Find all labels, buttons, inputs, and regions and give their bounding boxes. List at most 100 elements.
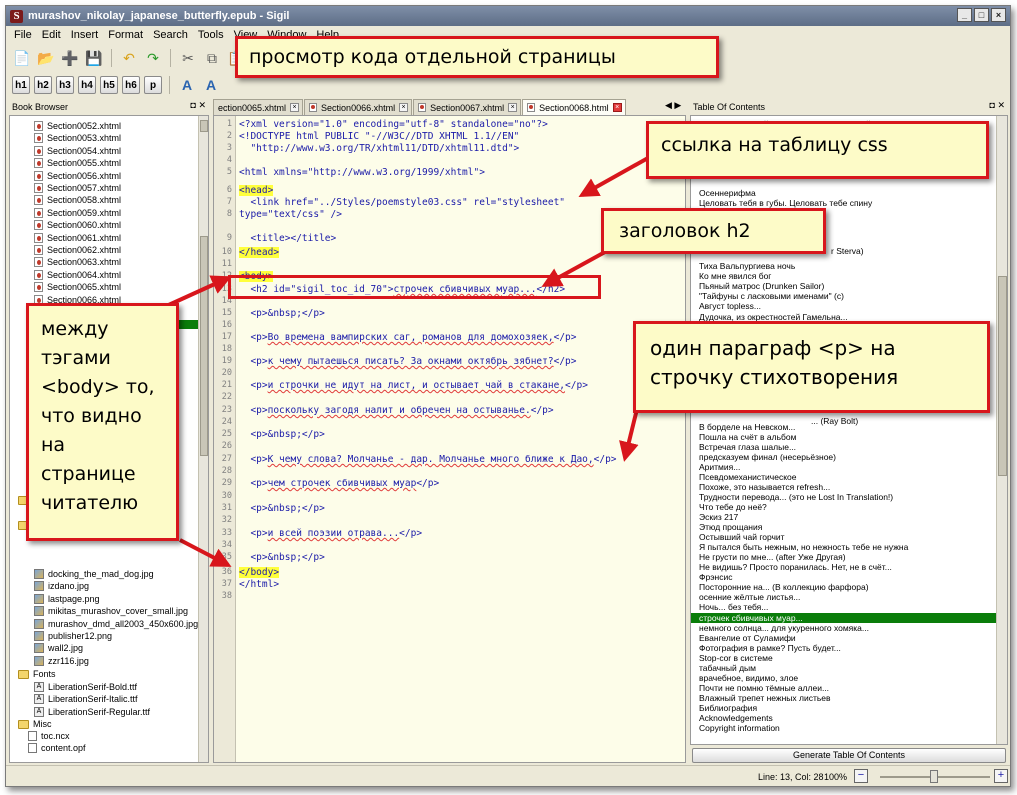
toc-item[interactable]: Трудности перевода... (это не Lost In Tr…: [699, 492, 893, 502]
minimize-button[interactable]: _: [957, 8, 972, 22]
text-style-a-icon[interactable]: A: [177, 75, 197, 95]
cut-icon[interactable]: ✂: [178, 48, 198, 68]
font-item[interactable]: A LiberationSerif-Bold.ttf: [34, 681, 137, 693]
file-item[interactable]: Section0054.xhtml: [34, 145, 121, 157]
toc-item[interactable]: Псевдомеханистическое: [699, 472, 796, 482]
image-item[interactable]: mikitas_murashov_cover_small.jpg: [34, 605, 188, 617]
toc-item[interactable]: Почти не помню тёмные аллеи...: [699, 683, 829, 693]
menu-search[interactable]: Search: [148, 29, 193, 41]
toc-item[interactable]: Acknowledgements: [699, 713, 773, 723]
toc-item-partial[interactable]: r Sterva): [831, 246, 864, 256]
file-item[interactable]: Section0063.xhtml: [34, 256, 121, 268]
panel-controls[interactable]: ◘ ✕: [990, 100, 1005, 111]
toc-item[interactable]: Пьяный матрос (Drunken Sailor): [699, 281, 824, 291]
close-tab-icon[interactable]: ×: [290, 103, 300, 112]
file-item[interactable]: Section0058.xhtml: [34, 194, 121, 206]
toc-item-partial[interactable]: ... (Ray Bolt): [811, 416, 858, 426]
copy-icon[interactable]: ⧉: [202, 48, 222, 68]
file-item[interactable]: Section0062.xhtml: [34, 244, 121, 256]
h1-button[interactable]: h1: [12, 76, 30, 94]
save-icon[interactable]: 💾: [84, 48, 104, 68]
toc-item[interactable]: Остывший чай горчит: [699, 532, 785, 542]
toc-item[interactable]: Осеннерифма: [699, 188, 756, 198]
toc-item[interactable]: Фрэнсис: [699, 572, 732, 582]
zoom-slider-handle[interactable]: [930, 770, 938, 783]
toc-item[interactable]: табачный дым: [699, 663, 756, 673]
redo-icon[interactable]: ↷: [143, 48, 163, 68]
menu-tools[interactable]: Tools: [193, 29, 229, 41]
toc-item[interactable]: Не грусти по мне... (after Уже Другая): [699, 552, 846, 562]
toc-item[interactable]: Похоже, это называется refresh...: [699, 482, 830, 492]
font-item[interactable]: A LiberationSerif-Italic.ttf: [34, 693, 138, 705]
toc-item[interactable]: Евангелие от Суламифи: [699, 633, 796, 643]
image-item[interactable]: docking_the_mad_dog.jpg: [34, 568, 154, 580]
toc-item[interactable]: Аритмия...: [699, 462, 740, 472]
toc-item[interactable]: Целовать тебя в губы. Целовать тебе спин…: [699, 198, 872, 208]
toc-item[interactable]: Copyright information: [699, 723, 780, 733]
file-item[interactable]: Section0052.xhtml: [34, 120, 121, 132]
image-item[interactable]: lastpage.png: [34, 593, 100, 605]
toc-item[interactable]: предсказуем финал (несерьёзное): [699, 452, 836, 462]
h5-button[interactable]: h5: [100, 76, 118, 94]
image-item[interactable]: wall2.jpg: [34, 642, 83, 654]
file-item[interactable]: Section0055.xhtml: [34, 157, 121, 169]
font-item[interactable]: A LiberationSerif-Regular.ttf: [34, 706, 150, 718]
toc-item[interactable]: Я пытался быть нежным, но нежность тебе …: [699, 542, 908, 552]
toc-item[interactable]: осенние жёлтые листья...: [699, 592, 800, 602]
file-item[interactable]: Section0059.xhtml: [34, 207, 121, 219]
toc-item[interactable]: Что тебе до неё?: [699, 502, 767, 512]
folder-misc[interactable]: Misc: [18, 718, 52, 730]
h6-button[interactable]: h6: [122, 76, 140, 94]
toc-item[interactable]: Stop-cor в системе: [699, 653, 773, 663]
image-item[interactable]: murashov_dmd_all2003_450x600.jpg: [34, 618, 198, 630]
menu-format[interactable]: Format: [103, 29, 148, 41]
menu-insert[interactable]: Insert: [66, 29, 104, 41]
folder-fonts[interactable]: Fonts: [18, 668, 56, 680]
generate-toc-button[interactable]: Generate Table Of Contents: [692, 748, 1006, 763]
file-item[interactable]: Section0064.xhtml: [34, 269, 121, 281]
toc-item[interactable]: Этюд прощания: [699, 522, 762, 532]
toc-item[interactable]: Посторонние на... (В коллекцию фарфора): [699, 582, 869, 592]
toc-item[interactable]: Август topless...: [699, 301, 761, 311]
misc-item[interactable]: toc.ncx: [28, 730, 70, 742]
toc-item[interactable]: Встречая глаза шалые...: [699, 442, 796, 452]
new-file-icon[interactable]: 📄: [12, 48, 32, 68]
tab-section0067[interactable]: Section0067.xhtml ×: [413, 99, 522, 115]
menu-file[interactable]: File: [9, 29, 37, 41]
book-browser-scrollbar[interactable]: [198, 116, 208, 762]
file-item[interactable]: Section0056.xhtml: [34, 170, 121, 182]
file-item[interactable]: Section0053.xhtml: [34, 132, 121, 144]
toc-scrollbar[interactable]: [996, 116, 1007, 744]
tab-section0066[interactable]: Section0066.xhtml ×: [304, 99, 413, 115]
toc-item[interactable]: врачебное, видимо, злое: [699, 673, 798, 683]
h3-button[interactable]: h3: [56, 76, 74, 94]
file-item[interactable]: Section0060.xhtml: [34, 219, 121, 231]
image-item[interactable]: izdano.jpg: [34, 580, 89, 592]
toc-item[interactable]: Ночь... без тебя...: [699, 602, 768, 612]
toc-item[interactable]: Не видишь? Просто поранилась. Нет, не в …: [699, 562, 892, 572]
add-file-icon[interactable]: ➕: [60, 48, 80, 68]
toc-item[interactable]: Тиха Вальпургиева ночь: [699, 261, 795, 271]
undo-icon[interactable]: ↶: [119, 48, 139, 68]
menu-edit[interactable]: Edit: [37, 29, 66, 41]
toc-item[interactable]: Ко мне явился бог: [699, 271, 771, 281]
text-style-a-icon[interactable]: A: [201, 75, 221, 95]
tab-scroll-arrows[interactable]: ◀ ▶: [665, 100, 681, 111]
image-item[interactable]: zzr116.jpg: [34, 655, 89, 667]
paragraph-button[interactable]: p: [144, 76, 162, 94]
zoom-out-button[interactable]: −: [854, 769, 868, 783]
h4-button[interactable]: h4: [78, 76, 96, 94]
toc-item[interactable]: Библиография: [699, 703, 757, 713]
maximize-button[interactable]: □: [974, 8, 989, 22]
tab-section0068[interactable]: Section0068.html ×: [522, 99, 626, 115]
close-tab-icon[interactable]: ×: [399, 103, 409, 112]
image-item[interactable]: publisher12.png: [34, 630, 112, 642]
file-item[interactable]: Section0057.xhtml: [34, 182, 121, 194]
zoom-in-button[interactable]: +: [994, 769, 1008, 783]
toc-item[interactable]: строчек сбивчивых муар...: [691, 613, 997, 623]
tab-section0065[interactable]: ection0065.xhtml ×: [213, 99, 304, 115]
toc-item[interactable]: "Тайфуны с ласковыми именами" (с): [699, 291, 844, 301]
h2-button[interactable]: h2: [34, 76, 52, 94]
close-tab-icon[interactable]: ×: [508, 103, 518, 112]
file-item[interactable]: Section0061.xhtml: [34, 232, 121, 244]
